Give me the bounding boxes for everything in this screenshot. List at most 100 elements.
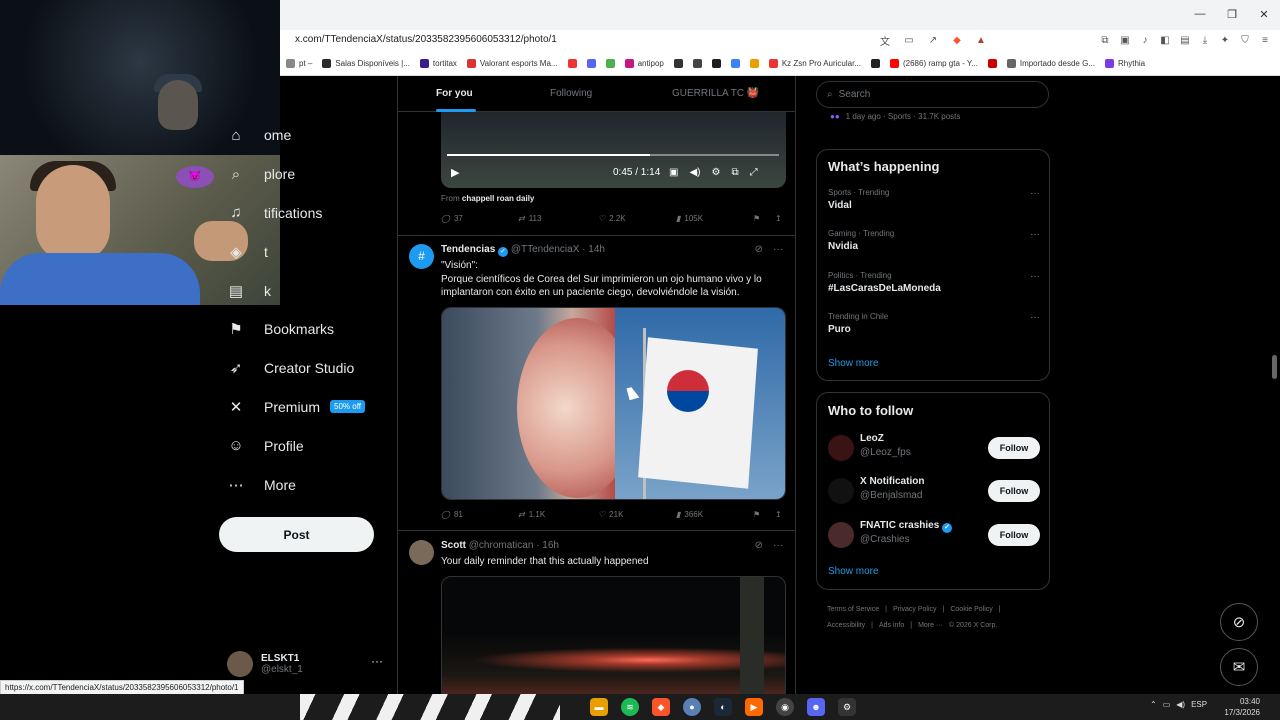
language-indicator[interactable]: ESP: [1191, 700, 1207, 709]
bookmark-item[interactable]: [747, 59, 762, 68]
nav-item-1[interactable]: ⌕ plore: [218, 155, 388, 194]
bookmark-item[interactable]: pt –: [283, 59, 315, 68]
tweet-handle[interactable]: @TTendenciaX: [511, 244, 580, 255]
like-button[interactable]: ♡ 21K: [598, 510, 623, 519]
tweet-handle[interactable]: @chromatican: [469, 540, 534, 551]
search-input[interactable]: ⌕ Search: [816, 81, 1049, 108]
tweet-time[interactable]: 14h: [588, 244, 605, 255]
download-icon[interactable]: ⤓: [1198, 33, 1212, 47]
bookmark-item[interactable]: (2686) ramp gta - Y...: [887, 59, 981, 68]
post-button[interactable]: Post: [219, 517, 374, 552]
nav-item-7[interactable]: ✕ Premium 50% off: [218, 388, 388, 427]
bookmark-item[interactable]: [603, 59, 618, 68]
page-scrollbar[interactable]: [1272, 355, 1277, 379]
footer-link[interactable]: Privacy Policy: [893, 606, 937, 613]
restore-icon[interactable]: ❐: [1216, 0, 1248, 28]
nav-item-8[interactable]: ☺ Profile: [218, 426, 388, 465]
bookmark-item[interactable]: [985, 59, 1000, 68]
menu-icon[interactable]: ≡: [1258, 33, 1272, 47]
tweet-author[interactable]: Scott: [441, 540, 466, 551]
nav-item-5[interactable]: ⚑ Bookmarks: [218, 310, 388, 349]
tweet-image-eye-flag[interactable]: [441, 307, 786, 500]
tab-following[interactable]: Following: [550, 88, 592, 99]
taskbar-clock[interactable]: 03:40 17/3/2026: [1224, 696, 1260, 718]
brave-icon[interactable]: ◆: [652, 698, 670, 716]
more-icon[interactable]: ···: [773, 540, 783, 551]
footer-link[interactable]: Terms of Service: [827, 606, 879, 613]
more-icon[interactable]: ···: [1030, 229, 1040, 240]
volume-icon[interactable]: ◀): [1176, 700, 1185, 709]
bookmark-item[interactable]: [671, 59, 686, 68]
nav-item-0[interactable]: ⌂ ome: [218, 116, 388, 155]
trend-item[interactable]: Gaming · Trending Nvidia ···: [828, 229, 1040, 252]
url-text[interactable]: x.com/TTendenciaX/status/203358239560605…: [295, 34, 557, 45]
bookmark-icon[interactable]: ⚑: [753, 510, 760, 519]
bookmark-item[interactable]: Rhythia: [1102, 59, 1148, 68]
grok-icon[interactable]: ⊘: [755, 244, 763, 255]
footer-link[interactable]: Cookie Policy: [950, 606, 992, 613]
follow-suggestion[interactable]: LeoZ @Leoz_fps Follow: [828, 433, 1040, 463]
follow-button[interactable]: Follow: [988, 437, 1040, 459]
suggestion-name[interactable]: LeoZ: [860, 433, 884, 444]
bookmark-item[interactable]: [868, 59, 883, 68]
repost-button[interactable]: ⇄ 1.1K: [518, 510, 545, 519]
brave-shield-icon[interactable]: ◆: [950, 33, 964, 47]
bookmark-item[interactable]: antipop: [622, 59, 667, 68]
video-player[interactable]: ▶ 0:45 / 1:14 ▣ ◀) ⚙ ⧉ ⤢: [441, 112, 786, 188]
nav-item-2[interactable]: ♫ tifications: [218, 194, 388, 233]
more-dots-icon[interactable]: ···: [371, 654, 383, 668]
tweet-author[interactable]: Tendencias: [441, 244, 495, 255]
reply-button[interactable]: ◯ 81: [441, 510, 463, 519]
play-icon[interactable]: ▶: [451, 166, 459, 179]
bookmark-item[interactable]: [690, 59, 705, 68]
nav-item-3[interactable]: ◈ t: [218, 232, 388, 271]
trend-fragment[interactable]: ●● 1 day ago · Sports · 31.7K posts: [830, 112, 960, 121]
media-icon[interactable]: ♪: [1138, 33, 1152, 47]
settings-icon[interactable]: ⚙: [838, 698, 856, 716]
bookmark-item[interactable]: Valorant esports Ma...: [464, 59, 561, 68]
footer-link[interactable]: Accessibility: [827, 622, 865, 629]
tab-guerrilla[interactable]: GUERRILLA TC 👹: [672, 88, 759, 99]
more-icon[interactable]: ···: [1030, 271, 1040, 282]
pip-icon[interactable]: ⧉: [731, 167, 738, 178]
footer-link[interactable]: © 2026 X Corp.: [949, 622, 997, 629]
steam-icon[interactable]: ◐: [714, 698, 732, 716]
views-button[interactable]: ▮ 366K: [676, 510, 703, 519]
leo-icon[interactable]: ✦: [1218, 33, 1232, 47]
nav-item-9[interactable]: ⋯ More: [218, 465, 388, 504]
app-icon[interactable]: ▶: [745, 698, 763, 716]
repost-button[interactable]: ⇄ 113: [518, 214, 541, 223]
sidebar-icon[interactable]: ◧: [1158, 33, 1172, 47]
like-button[interactable]: ♡ 2.2K: [598, 214, 626, 223]
tweet-image-crowd[interactable]: [441, 576, 786, 694]
reply-button[interactable]: ◯ 37: [441, 214, 463, 223]
views-button[interactable]: ▮ 105K: [676, 214, 703, 223]
brave-rewards-icon[interactable]: ▲: [974, 33, 988, 47]
network-icon[interactable]: ▭: [1163, 700, 1171, 709]
footer-link[interactable]: Ads info: [879, 622, 904, 629]
follow-suggestion[interactable]: FNATIC crashies ✓ @Crashies Follow: [828, 520, 1040, 550]
more-icon[interactable]: ···: [1030, 188, 1040, 199]
minimize-icon[interactable]: —: [1184, 0, 1216, 28]
suggestion-name[interactable]: X Notification: [860, 476, 924, 487]
suggestion-name[interactable]: FNATIC crashies ✓: [860, 520, 953, 533]
tab-for-you[interactable]: For you: [436, 88, 473, 99]
trend-item[interactable]: Trending in Chile Puro ···: [828, 312, 1040, 335]
show-more-follow-link[interactable]: Show more: [828, 566, 879, 577]
volume-icon[interactable]: ◀): [689, 167, 700, 178]
share-icon[interactable]: ↥: [775, 510, 782, 519]
more-icon[interactable]: ···: [1030, 312, 1040, 323]
follow-button[interactable]: Follow: [988, 480, 1040, 503]
fullscreen-icon[interactable]: ⤢: [750, 167, 758, 178]
extensions-icon[interactable]: ⧉: [1098, 33, 1112, 47]
more-icon[interactable]: ···: [773, 244, 783, 255]
messages-float-button[interactable]: ✉: [1220, 648, 1258, 686]
captions-icon[interactable]: ▣: [669, 167, 678, 178]
spotify-icon[interactable]: ≋: [621, 698, 639, 716]
bookmark-item[interactable]: [565, 59, 580, 68]
share-icon[interactable]: ↗: [926, 33, 940, 47]
settings-icon[interactable]: ⚙: [711, 167, 720, 178]
chevron-up-icon[interactable]: ⌃: [1150, 700, 1157, 709]
show-more-trends-link[interactable]: Show more: [828, 358, 879, 369]
tweet-time[interactable]: 16h: [542, 540, 559, 551]
